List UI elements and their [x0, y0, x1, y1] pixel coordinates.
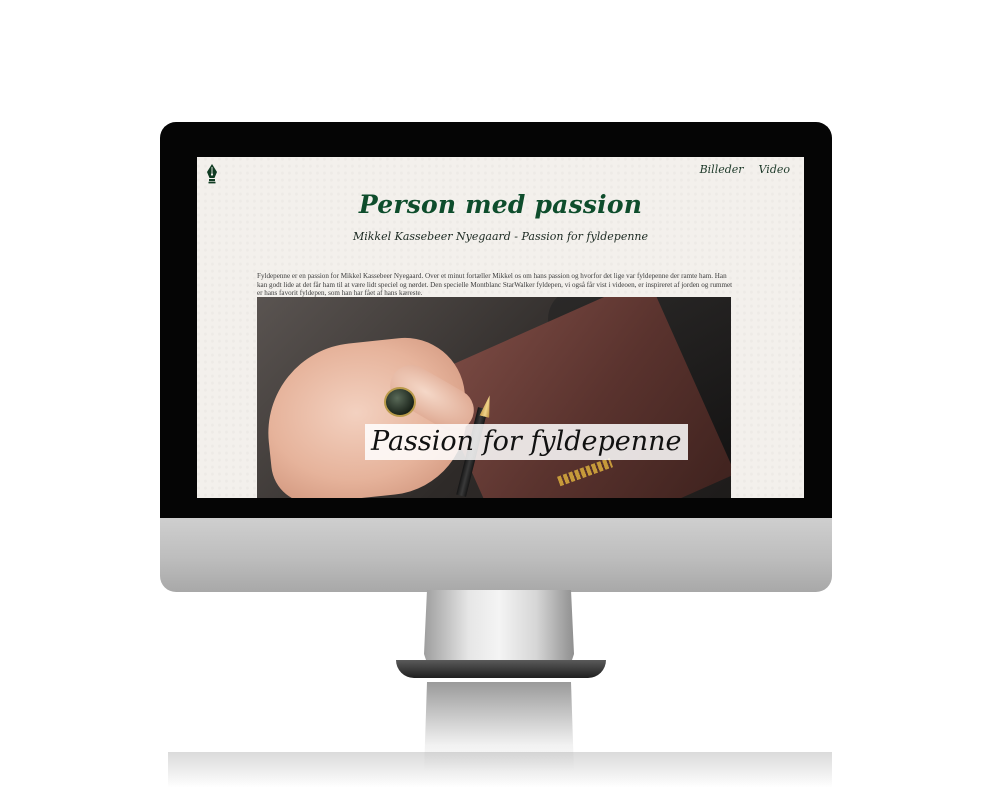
nav-link-video[interactable]: Video	[759, 163, 790, 176]
top-nav: Billeder Video	[700, 163, 790, 176]
monitor-stand-base	[396, 660, 606, 678]
website-screen: Billeder Video Person med passion Mikkel…	[197, 157, 804, 498]
nav-link-billeder[interactable]: Billeder	[700, 163, 744, 176]
fountain-pen-nib-icon[interactable]	[206, 164, 218, 184]
video-player[interactable]: Passion for fyldepenne	[257, 297, 731, 498]
page-subtitle: Mikkel Kassebeer Nyegaard - Passion for …	[352, 230, 649, 243]
monitor-chin	[160, 518, 832, 592]
intro-paragraph: Fyldepenne er en passion for Mikkel Kass…	[257, 272, 733, 298]
desk-reflection	[168, 752, 832, 788]
page-title: Person med passion	[358, 190, 643, 219]
video-caption: Passion for fyldepenne	[365, 424, 688, 460]
video-scene-pen-cap	[384, 387, 416, 417]
